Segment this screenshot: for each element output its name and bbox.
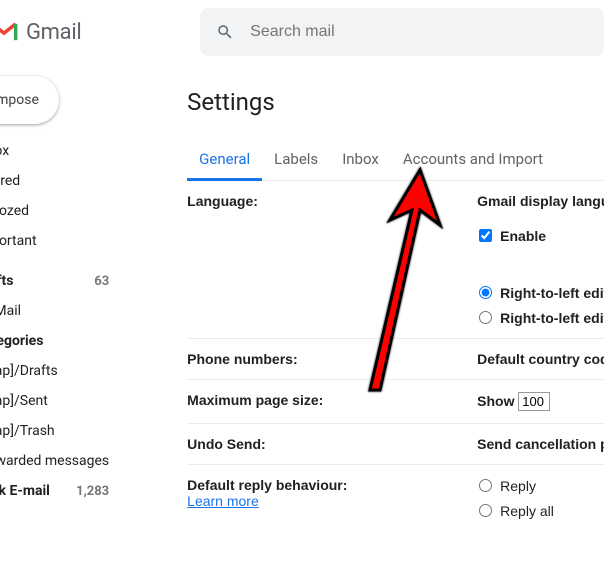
- page-title: Settings: [187, 88, 604, 116]
- tab-labels[interactable]: Labels: [262, 140, 330, 180]
- sidebar-item-categories[interactable]: Categories: [0, 326, 127, 356]
- tab-general[interactable]: General: [187, 140, 262, 181]
- reply-all-radio[interactable]: [479, 504, 492, 517]
- reply-radio[interactable]: [479, 479, 492, 492]
- sidebar-count: 1,283: [76, 484, 109, 499]
- phone-label: Phone numbers:: [187, 351, 477, 367]
- reply-label: Default reply behaviour: Learn more: [187, 477, 477, 519]
- sidebar-item-imap-trash[interactable]: [Imap]/Trash: [0, 416, 127, 446]
- sidebar-item-starred[interactable]: Starred: [0, 166, 127, 196]
- sidebar-item-allmail[interactable]: All Mail: [0, 296, 127, 326]
- settings-main: Settings General Labels Inbox Accounts a…: [127, 72, 604, 531]
- search-input[interactable]: [250, 23, 588, 41]
- search-bar[interactable]: [200, 8, 604, 56]
- sidebar: Compose Inbox Starred Snoozed Important …: [0, 72, 127, 531]
- sidebar-item-imap-sent[interactable]: [Imap]/Sent: [0, 386, 127, 416]
- gmail-brand-text: Gmail: [26, 20, 81, 45]
- pagesize-label: Maximum page size:: [187, 392, 477, 411]
- sidebar-item-snoozed[interactable]: Snoozed: [0, 196, 127, 226]
- settings-tabs: General Labels Inbox Accounts and Import: [187, 140, 604, 181]
- undo-label: Undo Send:: [187, 436, 477, 452]
- sidebar-item-drafts[interactable]: Drafts63: [0, 266, 127, 296]
- compose-button[interactable]: Compose: [0, 76, 59, 124]
- gmail-logo-area[interactable]: Gmail: [0, 20, 200, 45]
- sidebar-count: 63: [94, 274, 109, 289]
- sidebar-item-important[interactable]: Important: [0, 226, 127, 256]
- search-icon: [216, 22, 234, 42]
- enable-input-tools-checkbox[interactable]: [479, 229, 492, 242]
- rtl-on-radio[interactable]: [479, 286, 492, 299]
- sidebar-item-forwarded[interactable]: Forwarded messages: [0, 446, 127, 476]
- sidebar-item-junk[interactable]: Junk E-mail1,283: [0, 476, 127, 506]
- sidebar-item-imap-drafts[interactable]: [Imap]/Drafts: [0, 356, 127, 386]
- rtl-off-radio[interactable]: [479, 311, 492, 324]
- compose-label: Compose: [0, 92, 39, 108]
- language-value: Gmail display language: Enable Right-to-…: [477, 193, 604, 326]
- tab-accounts[interactable]: Accounts and Import: [391, 140, 555, 180]
- language-label: Language:: [187, 193, 477, 326]
- learn-more-link[interactable]: Learn more: [187, 493, 259, 509]
- sidebar-item-inbox[interactable]: Inbox: [0, 136, 127, 166]
- gmail-m-icon: [0, 21, 18, 43]
- page-size-input[interactable]: [518, 392, 550, 411]
- tab-inbox[interactable]: Inbox: [330, 140, 391, 180]
